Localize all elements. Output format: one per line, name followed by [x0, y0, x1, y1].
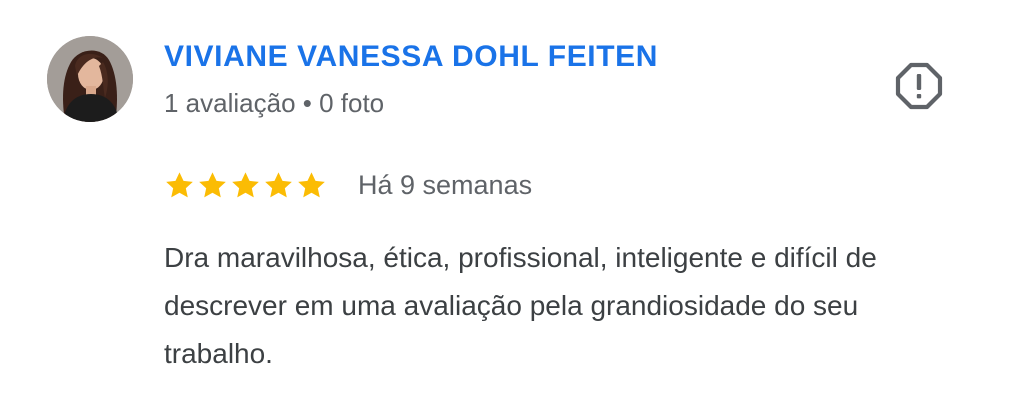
star-icon — [298, 171, 325, 197]
star-rating — [164, 170, 327, 201]
review-date: Há 9 semanas — [358, 169, 533, 200]
review-text: Dra maravilhosa, ética, profissional, in… — [164, 242, 877, 369]
report-icon[interactable] — [893, 60, 945, 112]
reviewer-name-link[interactable]: VIVIANE VANESSA DOHL FEITEN — [164, 40, 658, 74]
star-icon — [199, 171, 226, 197]
star-icon — [232, 171, 259, 197]
reviewer-avatar[interactable] — [47, 36, 133, 122]
reviewer-meta: 1 avaliação • 0 foto — [164, 88, 385, 118]
avatar-photo — [47, 36, 133, 122]
star-icon — [166, 171, 193, 197]
star-icon — [265, 171, 292, 197]
rating-row: Há 9 semanas — [164, 168, 532, 202]
